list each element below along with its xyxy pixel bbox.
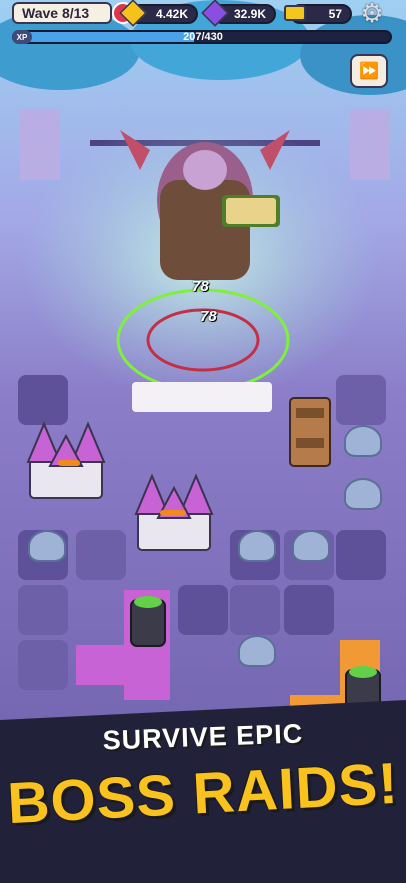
settings-gear-icon[interactable]: ⚙ <box>358 0 386 26</box>
top-hud: Wave 8/13 4.42K 32.9K 57 ⚙ <box>0 0 406 28</box>
wave-counter: Wave 8/13 <box>12 2 112 24</box>
fast-forward-icon: ⏩ <box>359 63 379 80</box>
board-tile[interactable] <box>18 640 68 690</box>
rock-obstacle[interactable] <box>344 478 382 510</box>
board-tile[interactable] <box>336 530 386 580</box>
board-tile[interactable] <box>284 585 334 635</box>
rock-obstacle[interactable] <box>344 425 382 457</box>
rock-obstacle[interactable] <box>238 530 276 562</box>
mage-tower-building[interactable] <box>130 472 218 556</box>
ticket-amount: 57 <box>328 7 342 21</box>
ticket-icon <box>284 5 306 21</box>
mage-tower-building[interactable] <box>22 420 110 504</box>
damage-number: 78 <box>192 278 209 295</box>
catapult-building[interactable] <box>286 378 334 470</box>
board-tile[interactable] <box>18 585 68 635</box>
damage-number: 78 <box>200 308 217 325</box>
game-scene: 78 78 ⏩ Wave 8/13 4.42K 32.9K 57 ⚙ XP 20… <box>0 0 406 883</box>
rock-obstacle[interactable] <box>28 530 66 562</box>
gem-amount: 32.9K <box>233 7 266 21</box>
board-tile[interactable] <box>178 585 228 635</box>
gold-amount: 4.42K <box>155 7 188 21</box>
wave-label: Wave 8/13 <box>22 5 90 21</box>
cannon-tower[interactable] <box>125 590 171 650</box>
rock-obstacle[interactable] <box>238 635 276 667</box>
xp-value: 207/430 <box>183 31 223 43</box>
board-tile[interactable] <box>230 585 280 635</box>
board-tile[interactable] <box>18 375 68 425</box>
board-tile[interactable] <box>336 375 386 425</box>
speed-toggle-button[interactable]: ⏩ <box>350 54 388 88</box>
rock-obstacle[interactable] <box>292 530 330 562</box>
board-tile[interactable] <box>76 530 126 580</box>
